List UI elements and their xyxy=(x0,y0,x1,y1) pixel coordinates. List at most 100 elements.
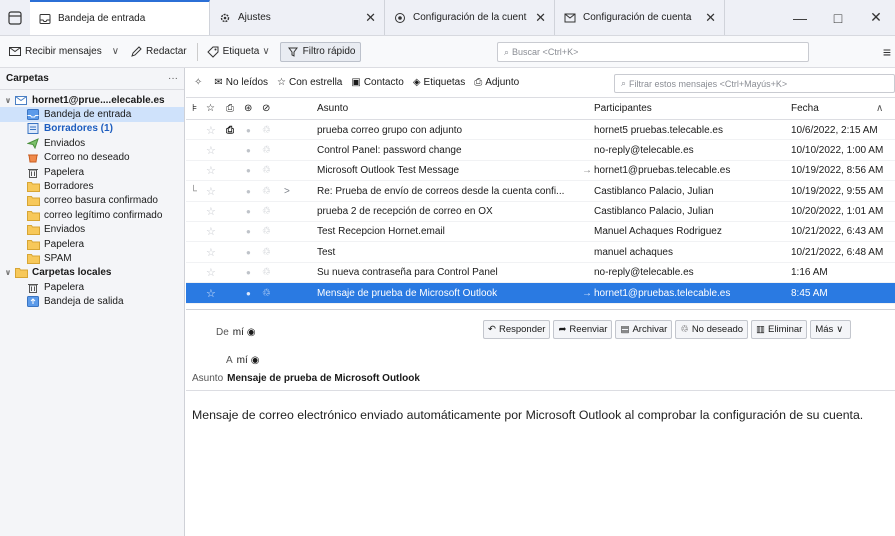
read-status-icon[interactable]: ● xyxy=(246,166,251,175)
folder-item[interactable]: Papelera xyxy=(0,165,184,179)
compose-button[interactable]: Redactar xyxy=(129,45,187,59)
folder-item[interactable]: Borradores xyxy=(0,179,184,193)
spaces-menu-icon[interactable] xyxy=(0,0,30,35)
junk-column-icon[interactable]: ⊘ xyxy=(262,103,270,114)
subject-column-header[interactable]: Asunto xyxy=(317,103,348,114)
pin-icon[interactable]: ✧ xyxy=(194,77,202,88)
filter-starred-button[interactable]: ☆ Con estrella xyxy=(277,77,342,88)
filter-unread-button[interactable]: ✉ No leídos xyxy=(214,77,268,88)
minimize-button[interactable]: — xyxy=(781,0,819,35)
folder-item[interactable]: Bandeja de salida xyxy=(0,294,184,308)
star-icon[interactable]: ☆ xyxy=(206,124,216,137)
folder-item[interactable]: Papelera xyxy=(0,280,184,294)
read-status-icon[interactable]: ● xyxy=(246,126,251,135)
eliminar-button[interactable]: ▥ Eliminar xyxy=(751,320,808,339)
tab-account[interactable]: Configuración de cuenta ✕ xyxy=(555,0,725,35)
folder-item[interactable]: Enviados xyxy=(0,223,184,237)
filter-contact-button[interactable]: ▣ Contacto xyxy=(351,77,403,88)
folder-item[interactable]: Papelera xyxy=(0,237,184,251)
folder-item[interactable]: correo basura confirmado xyxy=(0,194,184,208)
get-messages-button[interactable]: Recibir mensajes xyxy=(8,45,102,59)
no-deseado-button[interactable]: ♲ No deseado xyxy=(675,320,749,339)
read-status-icon[interactable]: ● xyxy=(246,187,251,196)
from-value[interactable]: mí xyxy=(233,327,244,338)
message-row[interactable]: ☆ ● ♲ Test Recepcion Hornet.email Manuel Ach… xyxy=(186,222,895,243)
twisty-icon[interactable]: ∨ xyxy=(2,96,14,105)
reenviar-button[interactable]: ➦ Reenviar xyxy=(553,320,613,339)
star-icon[interactable]: ☆ xyxy=(206,287,216,300)
date-column-header[interactable]: Fecha xyxy=(791,103,819,114)
star-icon[interactable]: ☆ xyxy=(206,266,216,279)
attachment-column-icon[interactable]: ⎙ xyxy=(226,103,234,114)
star-icon[interactable]: ☆ xyxy=(206,164,216,177)
folder-label: Papelera xyxy=(44,281,85,293)
junk-status-icon[interactable]: ♲ xyxy=(262,247,271,258)
archivar-button[interactable]: ▤ Archivar xyxy=(615,320,673,339)
star-column-icon[interactable]: ☆ xyxy=(206,103,215,114)
folder-item[interactable]: Correo no deseado xyxy=(0,151,184,165)
folder-item[interactable]: ∨ Carpetas locales xyxy=(0,266,184,280)
app-menu-icon[interactable]: ≡ xyxy=(883,44,891,60)
message-row[interactable]: ☆ ● ♲ Control Panel: password change no-repl… xyxy=(186,140,895,161)
thread-column-icon[interactable]: ⊧ xyxy=(192,103,197,114)
message-row[interactable]: ☆ ● ♲ Su nueva contraseña para Control Pane… xyxy=(186,263,895,284)
junk-status-icon[interactable]: ♲ xyxy=(262,267,271,278)
junk-status-icon[interactable]: ♲ xyxy=(262,125,271,136)
junk-status-icon[interactable]: ♲ xyxy=(262,206,271,217)
más-button[interactable]: Más ∨ xyxy=(810,320,852,339)
read-status-icon[interactable]: ● xyxy=(246,227,251,236)
message-row[interactable]: ☆ ● ♲ Mensaje de prueba de Microsoft Outloo… xyxy=(186,283,895,304)
folder-item[interactable]: Enviados xyxy=(0,136,184,150)
read-status-icon[interactable]: ● xyxy=(246,268,251,277)
star-icon[interactable]: ☆ xyxy=(206,225,216,238)
read-status-icon[interactable]: ● xyxy=(246,289,251,298)
close-icon[interactable]: ✕ xyxy=(365,10,376,26)
maximize-button[interactable]: □ xyxy=(819,0,857,35)
folder-item[interactable]: ∨ hornet1@prue....elecable.es xyxy=(0,93,184,107)
close-window-button[interactable]: ✕ xyxy=(857,0,895,35)
chevron-right-icon[interactable]: > xyxy=(284,186,290,197)
message-row[interactable]: ☆ ● ♲ prueba 2 de recepción de correo en OX… xyxy=(186,202,895,222)
tab-inbox[interactable]: Bandeja de entrada xyxy=(30,0,210,35)
folder-item[interactable]: correo legítimo confirmado xyxy=(0,208,184,222)
close-icon[interactable]: ✕ xyxy=(705,10,716,26)
to-value[interactable]: mí xyxy=(237,355,248,366)
junk-status-icon[interactable]: ♲ xyxy=(262,165,271,176)
tab-account-config[interactable]: Configuración de la cuent ✕ xyxy=(385,0,555,35)
folder-item[interactable]: Bandeja de entrada xyxy=(0,107,184,122)
junk-status-icon[interactable]: ♲ xyxy=(262,288,271,299)
star-icon[interactable]: ☆ xyxy=(206,185,216,198)
message-row[interactable]: ☆ ● ♲ Microsoft Outlook Test Message → hornet… xyxy=(186,161,895,182)
global-search-input[interactable]: ⌕ Buscar <Ctrl+K> xyxy=(497,42,809,62)
read-status-icon[interactable]: ● xyxy=(246,207,251,216)
message-row[interactable]: ☆ ● ♲ Test manuel achaques 10/21/2022, 6:48 A… xyxy=(186,242,895,263)
folder-item[interactable]: Borradores (1) xyxy=(0,122,184,136)
responder-button[interactable]: ↶ Responder xyxy=(483,320,551,339)
participants-column-header[interactable]: Participantes xyxy=(594,103,652,114)
tag-button[interactable]: Etiqueta ∨ xyxy=(206,45,270,59)
star-icon[interactable]: ☆ xyxy=(206,205,216,218)
tab-settings[interactable]: Ajustes ✕ xyxy=(210,0,385,35)
junk-status-icon[interactable]: ♲ xyxy=(262,145,271,156)
get-messages-dropdown[interactable]: ∨ xyxy=(112,46,119,57)
message-row[interactable]: └ ☆ ● ♲ > Re: Prueba de envío de correos desd… xyxy=(186,181,895,202)
read-column-icon[interactable]: ⊛ xyxy=(244,103,252,114)
star-icon[interactable]: ☆ xyxy=(206,246,216,259)
read-status-icon[interactable]: ● xyxy=(246,248,251,257)
filter-attachment-button[interactable]: ⎙ Adjunto xyxy=(474,77,519,88)
junk-status-icon[interactable]: ♲ xyxy=(262,226,271,237)
twisty-icon[interactable]: ∨ xyxy=(2,268,14,277)
star-icon[interactable]: ☆ xyxy=(206,144,216,157)
close-icon[interactable]: ✕ xyxy=(535,10,546,26)
message-row[interactable]: ☆ ⎙ ● ♲ prueba correo grupo con adjunto horne… xyxy=(186,120,895,141)
filter-tags-button[interactable]: ◈ Etiquetas xyxy=(413,77,465,88)
folder-item[interactable]: SPAM xyxy=(0,251,184,265)
read-status-icon[interactable]: ● xyxy=(246,146,251,155)
junk-status-icon[interactable]: ♲ xyxy=(262,186,271,197)
filter-messages-input[interactable]: ⌕ Filtrar estos mensajes <Ctrl+Mayús+K> xyxy=(614,74,895,93)
contact-icon[interactable]: ◉ xyxy=(251,355,260,366)
more-options-button[interactable]: ··· xyxy=(168,73,178,84)
contact-icon[interactable]: ◉ xyxy=(247,327,256,338)
quick-filter-button[interactable]: Filtro rápido xyxy=(279,41,362,62)
sort-ascending-icon[interactable]: ∧ xyxy=(876,103,883,114)
